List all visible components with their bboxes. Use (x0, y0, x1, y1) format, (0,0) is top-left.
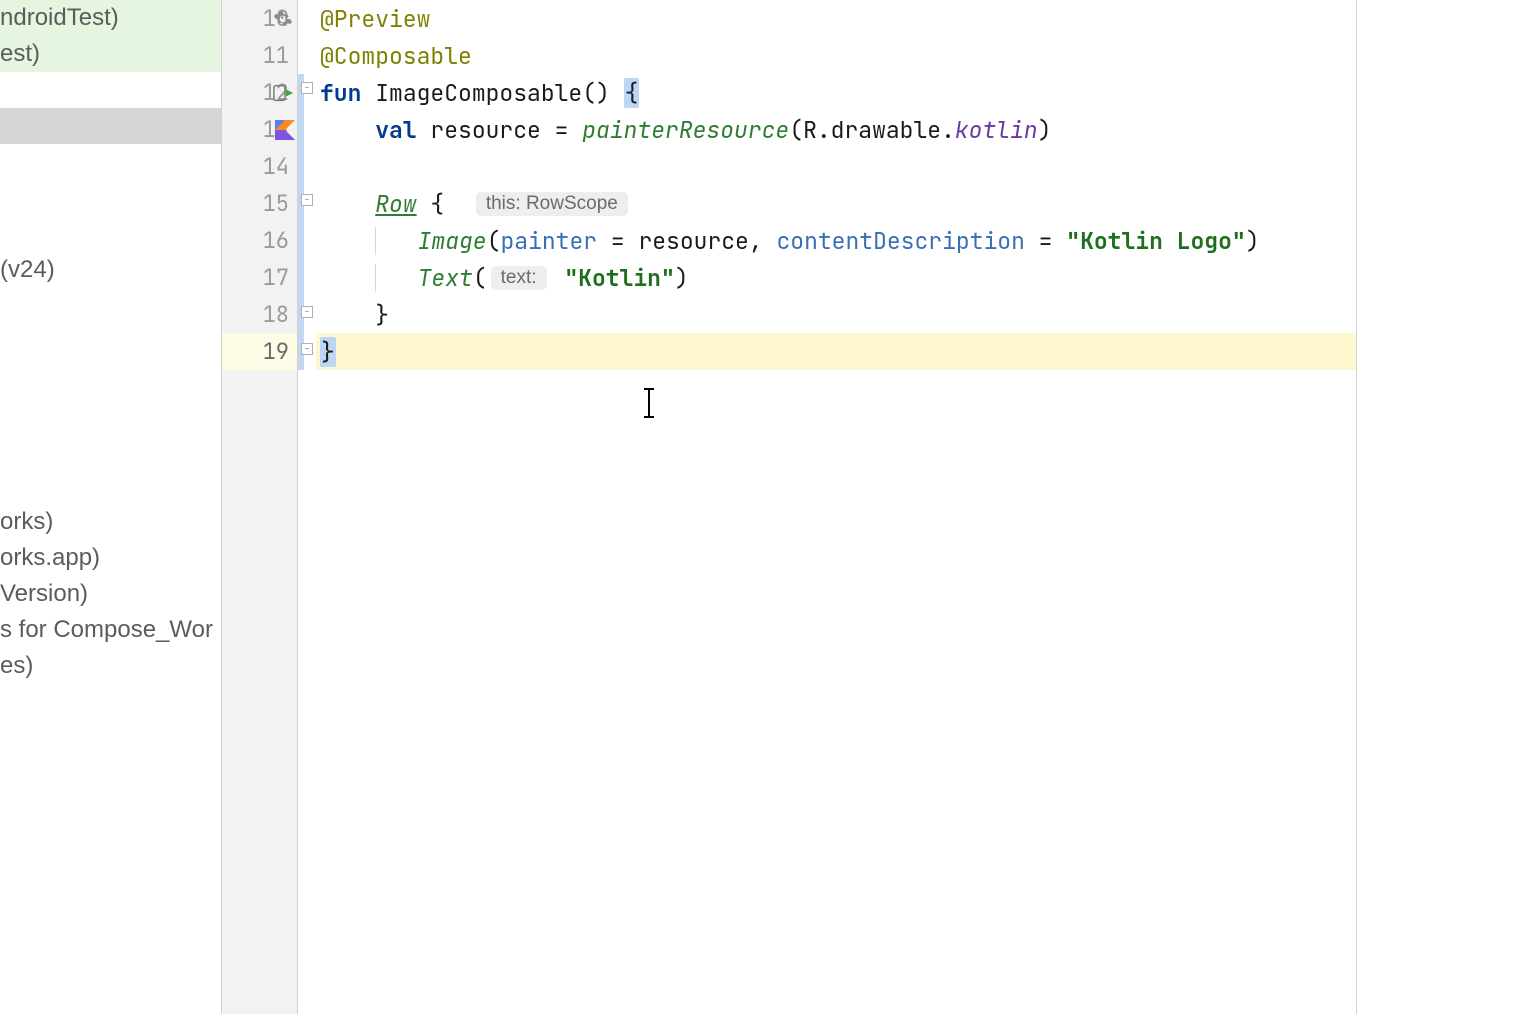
vcs-change-marker (298, 74, 304, 370)
named-param: painter (500, 226, 597, 256)
tree-item[interactable] (0, 432, 221, 468)
tree-item[interactable] (0, 288, 221, 324)
annotation: @Composable (320, 41, 472, 71)
gutter-line[interactable]: 15 (222, 185, 297, 222)
editor-gutter[interactable]: 10 11 12 13 (222, 0, 298, 1014)
keyword: val (375, 115, 416, 145)
keyword: fun (320, 78, 361, 108)
tree-item[interactable] (0, 468, 221, 504)
annotation: @Preview (320, 4, 430, 34)
fold-toggle-icon[interactable]: − (301, 306, 313, 318)
tree-item[interactable] (0, 72, 221, 108)
string-literal: "Kotlin" (564, 263, 674, 293)
inlay-hint: this: RowScope (476, 192, 628, 216)
function-name: ImageComposable (375, 78, 582, 108)
tree-item-selected[interactable] (0, 108, 221, 144)
tree-item[interactable] (0, 180, 221, 216)
string-literal: "Kotlin Logo" (1066, 226, 1245, 256)
tree-item[interactable]: Version) (0, 576, 221, 612)
fold-toggle-icon[interactable]: − (301, 82, 313, 94)
code-line[interactable]: val resource = painterResource(R.drawabl… (316, 111, 1356, 148)
fold-toggle-icon[interactable]: − (301, 343, 313, 355)
gutter-line[interactable]: 17 (222, 259, 297, 296)
gutter-line[interactable]: 10 (222, 0, 297, 37)
run-preview-icon[interactable] (273, 83, 295, 103)
line-number: 18 (263, 300, 289, 329)
tree-item[interactable] (0, 216, 221, 252)
line-number: 16 (263, 226, 289, 255)
gutter-line[interactable]: 11 (222, 37, 297, 74)
line-number: 14 (263, 152, 289, 181)
tree-item[interactable]: (v24) (0, 252, 221, 288)
code-line[interactable]: @Preview (316, 0, 1356, 37)
code-line[interactable]: Row { this: RowScope (316, 185, 1356, 222)
text-cursor-icon (648, 388, 650, 418)
tree-item[interactable]: orks) (0, 504, 221, 540)
preview-panel[interactable] (1356, 0, 1534, 1014)
line-number: 19 (263, 337, 289, 366)
tree-item[interactable] (0, 324, 221, 360)
named-param: contentDescription (776, 226, 1024, 256)
function-call: Row (375, 189, 416, 219)
tree-item[interactable]: ndroidTest) (0, 0, 221, 36)
function-call: Text (418, 263, 473, 293)
function-call: painterResource (582, 115, 789, 145)
inlay-hint: text: (491, 266, 547, 290)
project-tree[interactable]: ndroidTest) est) (v24) orks) orks.app) V… (0, 0, 222, 1014)
line-number: 15 (263, 189, 289, 218)
fold-strip[interactable]: − − − − (298, 0, 316, 1014)
tree-item[interactable]: orks.app) (0, 540, 221, 576)
gutter-line-current[interactable]: 19 (222, 333, 297, 370)
function-call: Image (418, 226, 487, 256)
code-line[interactable]: } (316, 296, 1356, 333)
brace-close: } (320, 337, 336, 367)
tree-item[interactable]: es) (0, 648, 221, 684)
code-line[interactable]: fun ImageComposable() { (316, 74, 1356, 111)
tree-item[interactable] (0, 360, 221, 396)
tree-item[interactable]: s for Compose_Wor (0, 612, 221, 648)
gutter-line[interactable]: 13 (222, 111, 297, 148)
code-line[interactable]: Text(text: "Kotlin") (316, 259, 1356, 296)
gutter-line[interactable]: 14 (222, 148, 297, 185)
gutter-line[interactable]: 18 (222, 296, 297, 333)
code-line[interactable]: Image(painter = resource, contentDescrip… (316, 222, 1356, 259)
tree-item[interactable] (0, 144, 221, 180)
fold-toggle-icon[interactable]: − (301, 194, 313, 206)
tree-item[interactable] (0, 396, 221, 432)
tree-item[interactable]: est) (0, 36, 221, 72)
brace-open: { (624, 78, 640, 108)
brace-close: } (375, 300, 389, 330)
code-editor[interactable]: @Preview @Composable fun ImageComposable… (316, 0, 1356, 1014)
code-line[interactable]: @Composable (316, 37, 1356, 74)
gutter-line[interactable]: 12 (222, 74, 297, 111)
kotlin-icon[interactable] (275, 120, 295, 140)
gear-icon[interactable] (273, 9, 293, 29)
line-number: 17 (263, 263, 289, 292)
gutter-line[interactable]: 16 (222, 222, 297, 259)
code-line-current[interactable]: } (316, 333, 1356, 370)
line-number: 11 (263, 41, 289, 70)
code-line[interactable] (316, 148, 1356, 185)
